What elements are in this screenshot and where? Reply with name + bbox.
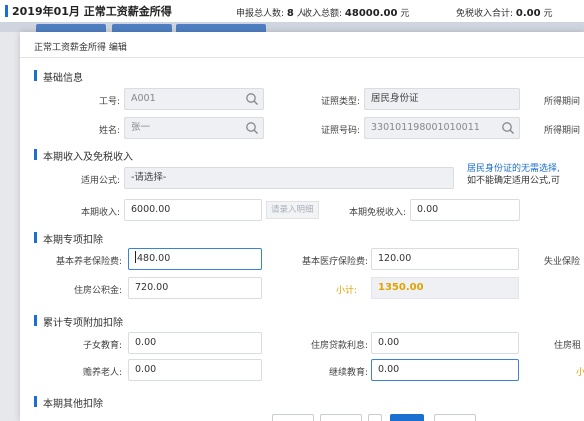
section-title: 累计专项附加扣除 — [43, 318, 123, 329]
declared-count-label: 申报总人数: — [236, 9, 285, 19]
elderly-support-label: 赡养老人: — [82, 368, 122, 378]
child-education-label: 子女教育: — [82, 341, 122, 351]
name-label: 姓名: — [98, 126, 120, 136]
unemployment-label: 失业保险 — [544, 257, 581, 267]
exempt-total: 免税收入合计: 0.00 元 — [456, 6, 553, 19]
section-title: 本期收入及免税收入 — [43, 152, 133, 163]
top-header: 2019年01月 正常工资薪金所得 申报总人数: 8 人 收入总额: 48000… — [0, 0, 584, 23]
background-tab[interactable] — [112, 24, 172, 32]
section-title: 本期专项扣除 — [43, 235, 103, 246]
income-period-label-2: 所得期间 — [544, 126, 581, 136]
exempt-income-field[interactable]: 0.00 — [410, 199, 520, 221]
footer-button[interactable] — [368, 414, 382, 421]
exempt-income-label: 本期免税收入: — [348, 208, 406, 218]
current-income-label: 本期收入: — [80, 208, 120, 218]
housing-fund-field[interactable]: 720.00 — [128, 277, 262, 299]
cancel-button[interactable] — [434, 414, 476, 421]
income-total-unit: 元 — [400, 9, 410, 19]
subtotal-label: 小计: — [336, 286, 358, 296]
housing-fund-label: 住房公积金: — [73, 286, 122, 296]
exempt-total-unit: 元 — [543, 9, 553, 19]
exempt-total-value: 0.00 — [515, 8, 541, 19]
next-button[interactable] — [320, 414, 362, 421]
income-period-label: 所得期间 — [544, 97, 581, 107]
background-tab-strip — [0, 22, 584, 32]
enter-detail-button[interactable]: 请录入明细 — [266, 201, 319, 219]
edit-dialog: 正常工资薪金所得 编辑 基础信息 工号: A001 证照类型: 居民身份证 所得… — [20, 32, 584, 421]
section-title: 本期其他扣除 — [43, 399, 103, 410]
employee-id-value: A001 — [131, 93, 156, 104]
section-accent-bar — [34, 315, 37, 326]
subtotal-value: 1350.00 — [371, 277, 519, 299]
name-value: 张一 — [131, 122, 151, 133]
section-title: 基础信息 — [43, 73, 83, 84]
id-number-value: 330101198001010011 — [371, 122, 480, 133]
mortgage-interest-label: 住房贷款利息: — [310, 341, 368, 351]
title-accent-bar — [5, 5, 8, 17]
id-type-field[interactable]: 居民身份证 — [364, 88, 520, 110]
name-field[interactable]: 张一 — [124, 117, 264, 139]
section-accent-bar — [34, 232, 37, 243]
pension-label: 基本养老保险费: — [55, 257, 122, 267]
text-cursor — [135, 251, 136, 263]
previous-button[interactable] — [272, 414, 314, 421]
section-accent-bar — [34, 70, 37, 81]
id-number-field[interactable]: 330101198001010011 — [364, 117, 520, 139]
section-accent-bar — [34, 149, 37, 160]
id-number-label: 证照号码: — [320, 126, 360, 136]
housing-rent-label: 住房租 — [554, 341, 582, 351]
mortgage-interest-field[interactable]: 0.00 — [371, 332, 519, 354]
page-title: 2019年01月 正常工资薪金所得 — [12, 5, 172, 18]
dialog-title: 正常工资薪金所得 编辑 — [34, 43, 127, 53]
elderly-support-field[interactable]: 0.00 — [128, 359, 262, 381]
employee-id-field[interactable]: A001 — [124, 88, 264, 110]
save-button[interactable] — [390, 414, 424, 421]
background-tab[interactable] — [36, 24, 106, 32]
search-icon[interactable] — [501, 121, 515, 135]
employee-id-label: 工号: — [98, 97, 120, 107]
formula-label: 适用公式: — [80, 176, 120, 186]
income-total-label: 收入总额: — [303, 9, 343, 19]
section-accent-bar — [34, 396, 37, 407]
search-icon[interactable] — [245, 92, 259, 106]
pension-field[interactable]: 480.00 — [128, 248, 262, 270]
income-total: 收入总额: 48000.00 元 — [303, 6, 409, 19]
id-type-label: 证照类型: — [320, 97, 360, 107]
child-education-field[interactable]: 0.00 — [128, 332, 262, 354]
formula-hint-line2: 如不能确定适用公式,可 — [467, 176, 560, 186]
pension-value: 480.00 — [137, 253, 171, 264]
declared-count-value: 8 — [286, 8, 294, 19]
formula-select[interactable]: -请选择- — [124, 167, 454, 189]
current-income-field[interactable]: 6000.00 — [124, 199, 262, 221]
continuing-education-field[interactable]: 0.00 — [371, 359, 519, 381]
exempt-total-label: 免税收入合计: — [456, 9, 514, 19]
partial-subtotal-label: 小 — [576, 368, 584, 378]
dialog-divider — [20, 57, 584, 58]
background-tab[interactable] — [176, 24, 266, 32]
continuing-education-label: 继续教育: — [328, 368, 368, 378]
declared-count: 申报总人数: 8 人 — [236, 6, 306, 19]
medical-field[interactable]: 120.00 — [371, 248, 519, 270]
formula-hint-line1: 居民身份证的无需选择, — [467, 164, 560, 174]
medical-label: 基本医疗保险费: — [301, 257, 368, 267]
income-total-value: 48000.00 — [344, 8, 398, 19]
search-icon[interactable] — [245, 121, 259, 135]
